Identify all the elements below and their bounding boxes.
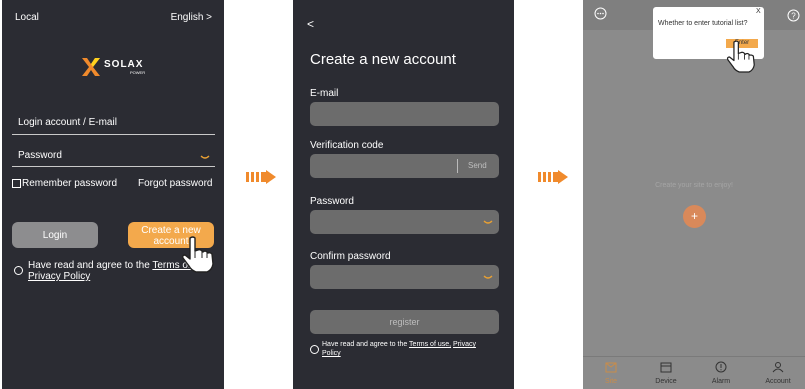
terms-link[interactable]: Terms of use, bbox=[409, 341, 451, 348]
flow-arrow-icon bbox=[538, 170, 568, 184]
device-icon bbox=[660, 362, 672, 373]
privacy-link-line2[interactable]: Policy bbox=[322, 350, 341, 357]
bottom-tab-bar: Site Device Alarm Account bbox=[583, 356, 805, 389]
password-field[interactable] bbox=[12, 166, 215, 167]
password-label: Password bbox=[18, 150, 62, 161]
email-field[interactable] bbox=[310, 102, 499, 126]
agree-radio[interactable] bbox=[14, 266, 23, 275]
create-account-label-line1: Create a new bbox=[141, 225, 201, 236]
logo-x-icon bbox=[82, 58, 100, 76]
alarm-icon bbox=[715, 361, 727, 373]
register-button-label: register bbox=[389, 317, 420, 327]
solax-logo: SOLAX POWER bbox=[80, 55, 160, 79]
login-button[interactable]: Login bbox=[12, 222, 98, 248]
dialog-message: Whether to enter tutorial list? bbox=[658, 20, 748, 27]
tab-alarm[interactable]: Alarm bbox=[696, 357, 746, 389]
password-field[interactable] bbox=[310, 210, 499, 234]
home-screen: ? X Whether to enter tutorial list? Ente… bbox=[583, 0, 805, 389]
password-label: Password bbox=[310, 196, 354, 207]
send-divider bbox=[457, 159, 458, 173]
tab-site[interactable]: Site bbox=[586, 357, 636, 389]
privacy-link-line1[interactable]: Privacy bbox=[453, 341, 476, 348]
add-icon: + bbox=[690, 209, 698, 223]
dialog-close-button[interactable]: X bbox=[756, 8, 761, 15]
tab-device-label: Device bbox=[655, 378, 677, 385]
register-screen: < Create a new account E-mail Verificati… bbox=[293, 0, 514, 389]
account-icon bbox=[772, 362, 784, 373]
pointer-hand-icon bbox=[182, 236, 214, 273]
hide-password-icon[interactable] bbox=[200, 155, 210, 160]
confirm-password-label: Confirm password bbox=[310, 251, 391, 262]
account-label: Login account / E-mail bbox=[18, 117, 117, 128]
tab-account[interactable]: Account bbox=[751, 357, 805, 389]
logo-text: SOLAX bbox=[104, 59, 144, 70]
menu-dots-icon[interactable] bbox=[594, 7, 607, 20]
agree-text-label: Have read and agree to the bbox=[322, 341, 410, 348]
page-title: Create a new account bbox=[310, 51, 456, 68]
send-code-button[interactable]: Send bbox=[468, 161, 487, 170]
register-button[interactable]: register bbox=[310, 310, 499, 334]
site-icon bbox=[605, 362, 617, 373]
language-selector[interactable]: English > bbox=[171, 12, 212, 23]
add-site-button[interactable]: + bbox=[683, 205, 706, 228]
confirm-password-field[interactable] bbox=[310, 265, 499, 289]
hide-confirm-password-icon[interactable] bbox=[483, 275, 493, 280]
agree-text-label: Have read and agree to the bbox=[28, 260, 153, 271]
hide-password-icon[interactable] bbox=[483, 220, 493, 225]
tab-device[interactable]: Device bbox=[641, 357, 691, 389]
back-button[interactable]: < bbox=[307, 17, 314, 31]
help-icon[interactable]: ? bbox=[787, 9, 800, 22]
tab-alarm-label: Alarm bbox=[711, 378, 731, 385]
agree-text: Have read and agree to the Terms of use,… bbox=[322, 340, 476, 358]
account-field[interactable] bbox=[12, 134, 215, 135]
remember-label[interactable]: Remember password bbox=[22, 178, 117, 189]
code-field[interactable]: Send bbox=[310, 154, 499, 178]
email-label: E-mail bbox=[310, 88, 339, 99]
forgot-password-link[interactable]: Forgot password bbox=[138, 178, 212, 189]
agree-radio[interactable] bbox=[310, 345, 319, 354]
region-label[interactable]: Local bbox=[15, 12, 39, 23]
tab-site-label: Site bbox=[604, 378, 618, 385]
login-screen: Local English > SOLAX POWER Login accoun… bbox=[2, 0, 224, 389]
login-button-label: Login bbox=[42, 230, 68, 241]
remember-checkbox[interactable] bbox=[12, 179, 21, 188]
tab-account-label: Account bbox=[765, 378, 791, 385]
svg-text:?: ? bbox=[791, 12, 796, 21]
pointer-hand-icon bbox=[726, 40, 755, 73]
flow-arrow-icon bbox=[246, 170, 276, 184]
code-label: Verification code bbox=[310, 140, 384, 151]
privacy-link[interactable]: Privacy Policy bbox=[28, 271, 90, 282]
logo-subtext: POWER bbox=[130, 70, 146, 75]
empty-state-text: Create your site to enjoy! bbox=[655, 182, 733, 189]
